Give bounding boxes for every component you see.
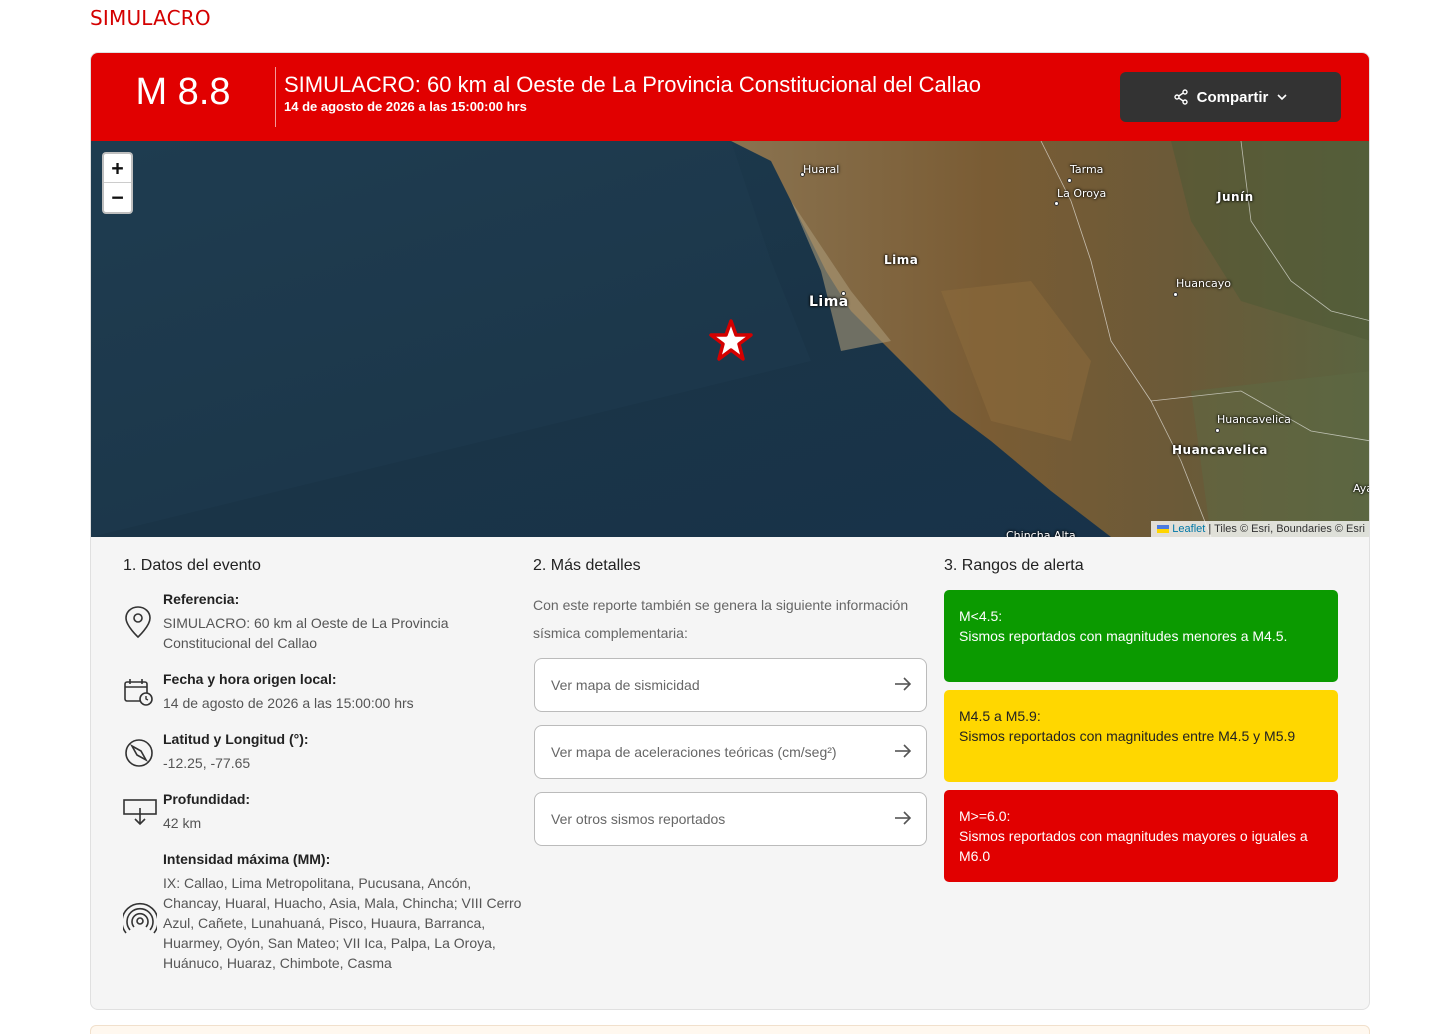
place-lima-city: Lima (809, 294, 849, 310)
alert-range-text: Sismos reportados con magnitudes entre M… (959, 728, 1296, 744)
link-label: Ver mapa de sismicidad (551, 677, 700, 693)
alert-range-text: Sismos reportados con magnitudes menores… (959, 628, 1288, 644)
place-huancavelica-region: Huancavelica (1172, 443, 1268, 457)
section-event-data-title: 1. Datos del evento (123, 557, 261, 574)
compass-icon (123, 737, 155, 773)
epicenter-map[interactable]: + − Huaral Tarma La Oroya Junín Lima Lim… (91, 141, 1369, 537)
chevron-down-icon (1276, 91, 1288, 103)
banner-divider (275, 67, 276, 127)
location-pin-icon (123, 605, 153, 643)
place-lima-region: Lima (884, 253, 919, 267)
place-ayacucho: Aya (1353, 482, 1369, 495)
alert-range-red: M>=6.0: Sismos reportados con magnitudes… (944, 790, 1338, 882)
zoom-out-button[interactable]: − (104, 183, 131, 212)
section-alert-ranges-title: 3. Rangos de alerta (944, 557, 1084, 574)
section-more-details-title: 2. Más detalles (533, 557, 641, 574)
other-earthquakes-link[interactable]: Ver otros sismos reportados (534, 792, 927, 846)
place-huancavelica-city: Huancavelica (1217, 413, 1291, 426)
city-dot (1173, 292, 1178, 297)
intensidad-value: IX: Callao, Lima Metropolitana, Pucusana… (163, 875, 522, 971)
arrow-right-icon (894, 810, 912, 829)
city-dot (1215, 428, 1220, 433)
referencia-value: SIMULACRO: 60 km al Oeste de La Provinci… (163, 615, 449, 651)
place-tarma: Tarma (1070, 163, 1104, 176)
city-dot (1054, 201, 1059, 206)
alert-range-yellow: M4.5 a M5.9: Sismos reportados con magni… (944, 690, 1338, 782)
alert-range-label: M<4.5: (959, 608, 1003, 624)
next-section-card (90, 1025, 1370, 1034)
link-label: Ver mapa de aceleraciones teóricas (cm/s… (551, 744, 837, 760)
arrow-right-icon (894, 743, 912, 762)
map-attribution: Leaflet | Tiles © Esri, Boundaries © Esr… (1151, 521, 1369, 537)
place-junin: Junín (1217, 190, 1254, 204)
place-huaral: Huaral (803, 163, 840, 176)
profundidad-label: Profundidad: (163, 791, 251, 807)
fecha-label: Fecha y hora origen local: (163, 671, 337, 687)
seismicity-map-link[interactable]: Ver mapa de sismicidad (534, 658, 927, 712)
event-banner: M 8.8 SIMULACRO: 60 km al Oeste de La Pr… (91, 53, 1369, 141)
magnitude: M 8.8 (135, 71, 231, 113)
arrow-right-icon (894, 676, 912, 695)
depth-icon (123, 799, 157, 831)
tiles-credit: | Tiles © Esri, Boundaries © Esri (1205, 523, 1365, 535)
link-label: Ver otros sismos reportados (551, 811, 726, 827)
calendar-clock-icon (123, 677, 155, 711)
share-label: Compartir (1196, 88, 1269, 106)
referencia-row: Referencia: SIMULACRO: 60 km al Oeste de… (123, 591, 523, 661)
share-button[interactable]: Compartir (1120, 72, 1341, 122)
place-la-oroya: La Oroya (1057, 187, 1107, 200)
city-dot (1067, 178, 1072, 183)
epicenter-star-icon[interactable] (709, 319, 753, 367)
referencia-label: Referencia: (163, 591, 240, 607)
fecha-value: 14 de agosto de 2026 a las 15:00:00 hrs (163, 695, 414, 711)
event-title: SIMULACRO: 60 km al Oeste de La Provinci… (284, 72, 981, 97)
alert-range-label: M4.5 a M5.9: (959, 708, 1041, 724)
event-date: 14 de agosto de 2026 a las 15:00:00 hrs (284, 99, 527, 114)
leaflet-link[interactable]: Leaflet (1172, 523, 1205, 535)
intensidad-label: Intensidad máxima (MM): (163, 851, 331, 867)
place-chincha-alta: Chincha Alta (1006, 529, 1076, 537)
alert-range-label: M>=6.0: (959, 808, 1011, 824)
profundidad-value: 42 km (163, 815, 202, 831)
latlon-row: Latitud y Longitud (°): -12.25, -77.65 (123, 731, 523, 781)
latlon-label: Latitud y Longitud (°): (163, 731, 309, 747)
zoom-control: + − (102, 152, 133, 214)
place-huancayo: Huancayo (1176, 277, 1231, 290)
profundidad-row: Profundidad: 42 km (123, 791, 523, 841)
share-icon (1173, 89, 1189, 105)
acceleration-map-link[interactable]: Ver mapa de aceleraciones teóricas (cm/s… (534, 725, 927, 779)
zoom-in-button[interactable]: + (104, 154, 131, 183)
intensidad-row: Intensidad máxima (MM): IX: Callao, Lima… (121, 851, 523, 991)
latlon-value: -12.25, -77.65 (163, 755, 251, 771)
alert-range-green: M<4.5: Sismos reportados con magnitudes … (944, 590, 1338, 682)
more-details-intro: Con este reporte también se genera la si… (533, 597, 909, 641)
alert-range-text: Sismos reportados con magnitudes mayores… (959, 828, 1308, 864)
seismic-waves-icon (121, 901, 159, 939)
fecha-row: Fecha y hora origen local: 14 de agosto … (123, 671, 523, 721)
ukraine-flag-icon (1157, 523, 1170, 535)
simulacro-tag: SIMULACRO (90, 6, 211, 30)
event-card: M 8.8 SIMULACRO: 60 km al Oeste de La Pr… (90, 52, 1370, 1010)
